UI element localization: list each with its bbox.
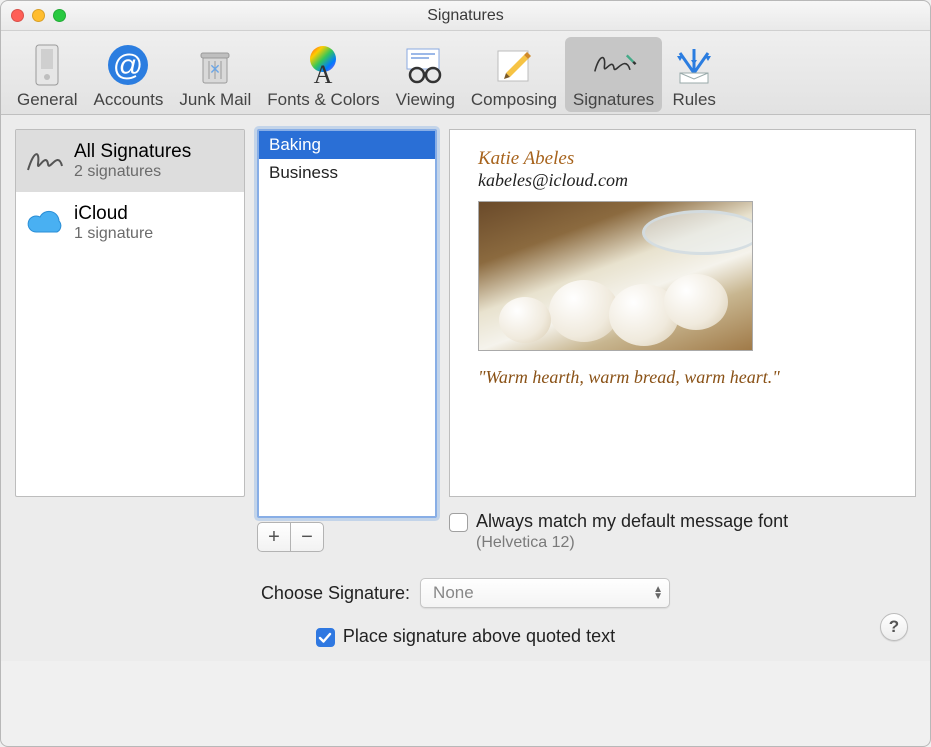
account-subtitle: 2 signatures (74, 163, 191, 181)
toolbar-label: Rules (672, 90, 715, 110)
add-remove-controls: + − (257, 522, 437, 552)
svg-text:A: A (314, 60, 333, 87)
svg-text:✕: ✕ (209, 61, 221, 77)
place-above-label: Place signature above quoted text (343, 626, 615, 647)
account-icloud[interactable]: iCloud 1 signature (16, 192, 244, 254)
signatures-column: Baking Business + − (257, 129, 437, 552)
compose-icon (490, 41, 538, 89)
toolbar-label: General (17, 90, 77, 110)
bottom-controls: Choose Signature: None ▲▼ Place signatur… (1, 560, 930, 661)
add-signature-button[interactable]: + (257, 522, 291, 552)
preview-column: Katie Abeles kabeles@icloud.com "Warm he… (449, 129, 916, 552)
toolbar-general[interactable]: General (9, 37, 85, 112)
choose-signature-popup[interactable]: None ▲▼ (420, 578, 670, 608)
remove-signature-button[interactable]: − (290, 522, 324, 552)
preview-image (478, 201, 753, 351)
window-title: Signatures (1, 7, 930, 25)
account-title: All Signatures (74, 141, 191, 163)
fonts-colors-icon: A (299, 41, 347, 89)
main-area: All Signatures 2 signatures iCloud 1 sig… (1, 115, 930, 560)
general-icon (23, 41, 71, 89)
signature-item-business[interactable]: Business (259, 159, 435, 187)
choose-signature-value: None (433, 583, 474, 603)
match-font-row: Always match my default message font (He… (449, 511, 916, 552)
toolbar-junk-mail[interactable]: ✕ Junk Mail (171, 37, 259, 112)
zoom-window-button[interactable] (53, 9, 66, 22)
close-window-button[interactable] (11, 9, 24, 22)
place-above-row: Place signature above quoted text (15, 626, 916, 647)
account-title: iCloud (74, 203, 153, 225)
toolbar-label: Signatures (573, 90, 654, 110)
preview-name: Katie Abeles (478, 148, 887, 170)
toolbar-label: Junk Mail (179, 90, 251, 110)
account-subtitle: 1 signature (74, 225, 153, 243)
match-font-sublabel: (Helvetica 12) (476, 534, 788, 552)
popup-arrows-icon: ▲▼ (653, 586, 663, 600)
signature-icon (590, 41, 638, 89)
place-above-checkbox[interactable] (316, 628, 335, 647)
toolbar-accounts[interactable]: @ Accounts (85, 37, 171, 112)
trash-icon: ✕ (191, 41, 239, 89)
preferences-toolbar: General @ Accounts ✕ Junk Mail A Fonts &… (1, 31, 930, 115)
minimize-window-button[interactable] (32, 9, 45, 22)
preview-email: kabeles@icloud.com (478, 170, 887, 191)
at-icon: @ (104, 41, 152, 89)
help-button[interactable]: ? (880, 613, 908, 641)
choose-signature-row: Choose Signature: None ▲▼ (15, 578, 916, 608)
signatures-list[interactable]: Baking Business (257, 129, 437, 518)
toolbar-label: Viewing (396, 90, 455, 110)
signature-item-baking[interactable]: Baking (259, 131, 435, 159)
account-all-signatures[interactable]: All Signatures 2 signatures (16, 130, 244, 192)
preview-quote: "Warm hearth, warm bread, warm heart." (478, 367, 887, 388)
signature-preview[interactable]: Katie Abeles kabeles@icloud.com "Warm he… (449, 129, 916, 497)
match-font-label: Always match my default message font (476, 511, 788, 532)
titlebar: Signatures (1, 1, 930, 31)
glasses-icon (401, 41, 449, 89)
toolbar-rules[interactable]: Rules (662, 37, 726, 112)
window-controls (11, 9, 66, 22)
toolbar-viewing[interactable]: Viewing (388, 37, 463, 112)
icloud-icon (24, 202, 66, 244)
toolbar-label: Composing (471, 90, 557, 110)
match-font-checkbox[interactable] (449, 513, 468, 532)
svg-text:@: @ (113, 49, 143, 82)
signature-script-icon (24, 140, 66, 182)
toolbar-composing[interactable]: Composing (463, 37, 565, 112)
rules-icon (670, 41, 718, 89)
toolbar-label: Accounts (93, 90, 163, 110)
accounts-list: All Signatures 2 signatures iCloud 1 sig… (15, 129, 245, 497)
toolbar-label: Fonts & Colors (267, 90, 379, 110)
toolbar-fonts-colors[interactable]: A Fonts & Colors (259, 37, 387, 112)
choose-signature-label: Choose Signature: (261, 583, 410, 604)
toolbar-signatures[interactable]: Signatures (565, 37, 662, 112)
